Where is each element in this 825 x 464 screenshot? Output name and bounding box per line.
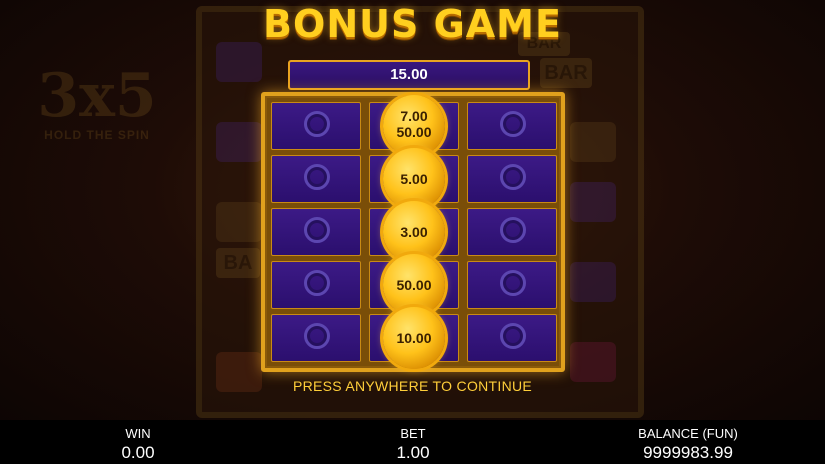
empty-slot-icon [304,164,330,190]
win-value: 0.00 [121,443,155,462]
empty-slot-icon [304,217,330,243]
game-logo: 3x5 HOLD THE SPIN [22,64,172,164]
bet-label: BET [400,426,426,441]
coin-value: 10.00 [396,330,432,346]
bg-grape-symbol [216,122,262,162]
continue-prompt[interactable]: PRESS ANYWHERE TO CONTINUE [0,378,825,394]
bet-display[interactable]: BET 1.00 [363,426,463,463]
grid-cell [467,102,557,150]
balance-label: BALANCE (FUN) [638,426,738,441]
win-display: WIN 0.00 [88,426,188,463]
gold-coin: 10.00 [383,307,445,369]
logo-sub-text: HOLD THE SPIN [44,128,150,142]
empty-slot-icon [304,323,330,349]
balance-display: BALANCE (FUN) 9999983.99 [616,426,760,463]
bg-bell-symbol [570,122,616,162]
logo-main-text: 3x5 [37,61,157,131]
game-scene[interactable]: 3x5 HOLD THE SPIN BAR BAR BA BONUS GAME … [0,0,825,420]
win-label: WIN [125,426,151,441]
bg-bar-symbol: BAR [540,58,592,88]
coin-value: 50.00 [396,277,432,293]
grid-cell [467,261,557,309]
grid-cell [467,314,557,362]
grid-cell [467,155,557,203]
coin-value: 3.00 [400,224,428,240]
grid-cell [467,208,557,256]
bg-grape-symbol [570,262,616,302]
empty-slot-icon [500,164,526,190]
bg-bar-symbol-partial: BA [216,248,260,278]
empty-slot-icon [500,270,526,296]
coin-value: 50.00 [396,124,432,140]
coin-value: 5.00 [400,171,428,187]
empty-slot-icon [500,217,526,243]
bet-value: 1.00 [396,443,430,462]
grid-cell [271,102,361,150]
empty-slot-icon [304,111,330,137]
bg-cherry-symbol [570,342,616,382]
bonus-game-title: BONUS GAME [263,2,562,46]
grid-cell [271,314,361,362]
bg-bell-symbol [216,202,262,242]
footer-bar: WIN 0.00 BET 1.00 BALANCE (FUN) 9999983.… [0,420,825,464]
balance-value: 9999983.99 [643,443,733,462]
grid-cell [271,208,361,256]
grid-cell [271,261,361,309]
grid-cell [271,155,361,203]
bonus-grid: 7.00 50.00 5.00 3.00 50.00 10.00 [261,92,565,372]
empty-slot-icon [500,323,526,349]
coin-value: 7.00 [400,108,428,124]
bg-grape-symbol [570,182,616,222]
bonus-total-display: 15.00 [288,60,530,90]
empty-slot-icon [304,270,330,296]
empty-slot-icon [500,111,526,137]
bg-grape-symbol [216,42,262,82]
